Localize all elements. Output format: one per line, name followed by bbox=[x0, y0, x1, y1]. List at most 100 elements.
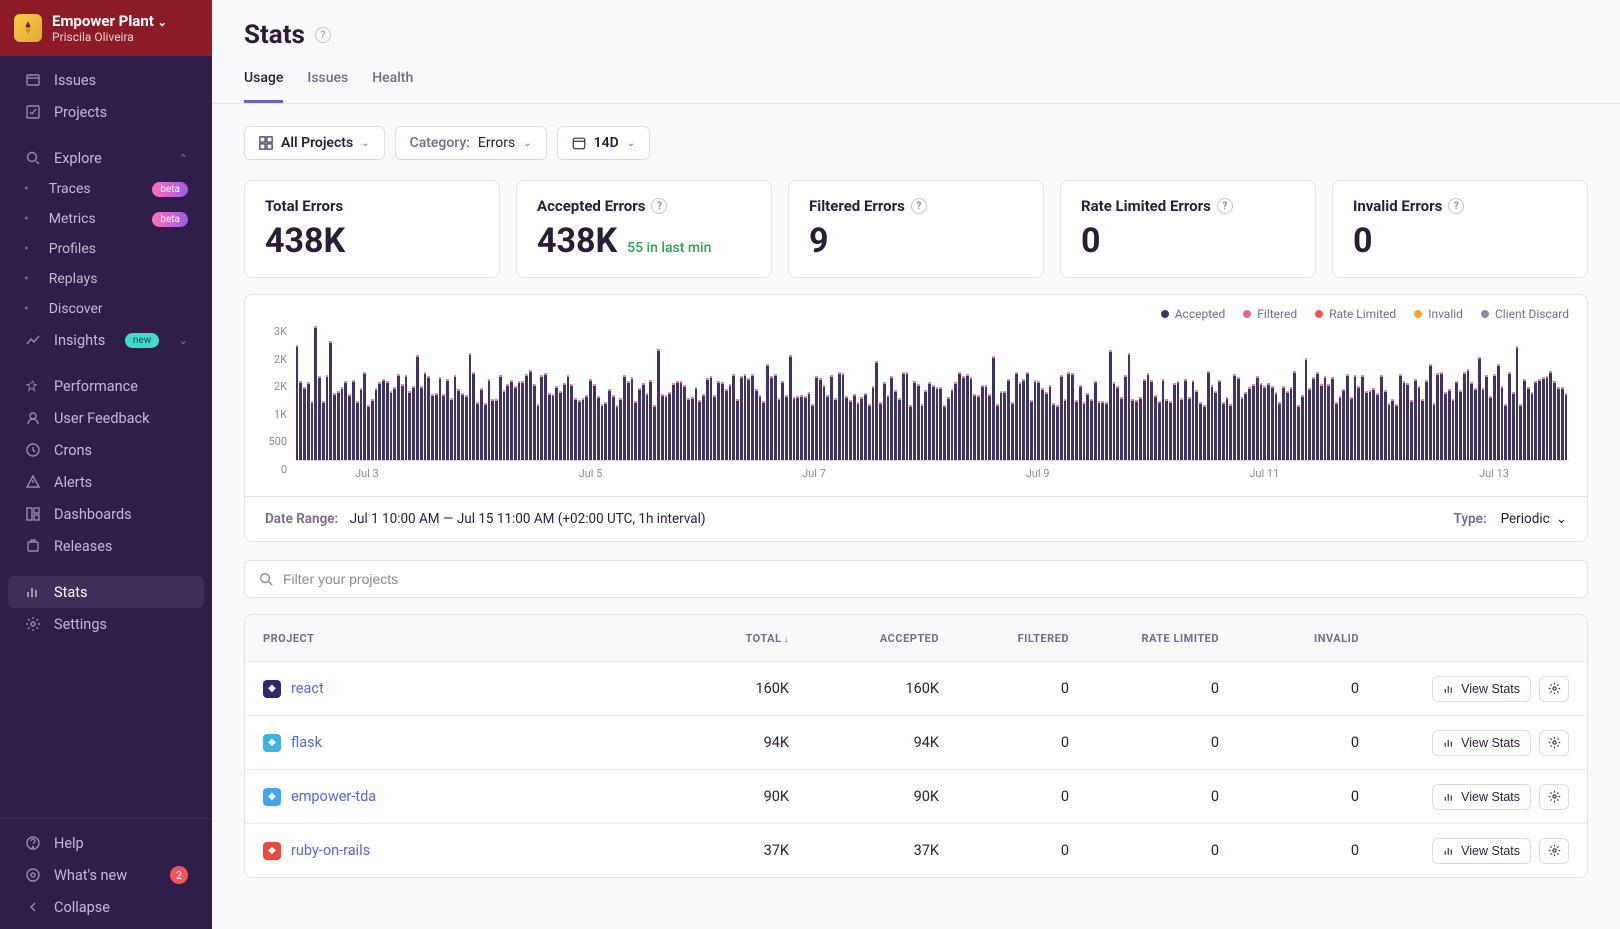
chart-bar[interactable] bbox=[1357, 388, 1360, 460]
sidebar-item-releases[interactable]: Releases bbox=[8, 530, 204, 562]
chart-bar[interactable] bbox=[533, 386, 536, 460]
chart-bar[interactable] bbox=[883, 384, 886, 460]
chart-bar[interactable] bbox=[759, 397, 762, 460]
view-stats-button[interactable]: View Stats bbox=[1432, 730, 1531, 756]
chart-bar[interactable] bbox=[450, 400, 453, 460]
chart-bar[interactable] bbox=[382, 381, 385, 460]
chart-bar[interactable] bbox=[484, 405, 487, 460]
chart-bar[interactable] bbox=[627, 383, 630, 460]
chart-bar[interactable] bbox=[1128, 355, 1131, 460]
chart-bar[interactable] bbox=[322, 403, 325, 460]
chart-bar[interactable] bbox=[1493, 376, 1496, 460]
chart-bar[interactable] bbox=[435, 395, 438, 460]
chart-bar[interactable] bbox=[1531, 394, 1534, 460]
chart-bar[interactable] bbox=[1369, 392, 1372, 460]
chart-bar[interactable] bbox=[943, 407, 946, 460]
sidebar-item-what-s-new[interactable]: What's new2 bbox=[8, 859, 204, 891]
chart-bar[interactable] bbox=[939, 389, 942, 460]
chart-bar[interactable] bbox=[360, 390, 363, 460]
help-icon[interactable]: ? bbox=[315, 27, 331, 43]
chart-bar[interactable] bbox=[1440, 374, 1443, 460]
chart-bar[interactable] bbox=[1214, 393, 1217, 460]
sidebar-item-profiles[interactable]: Profiles bbox=[8, 234, 204, 264]
chart-bar[interactable] bbox=[864, 395, 867, 460]
chart-bar[interactable] bbox=[1098, 403, 1101, 460]
chart-bar[interactable] bbox=[514, 388, 517, 460]
project-settings-button[interactable] bbox=[1539, 676, 1569, 702]
chart-bar[interactable] bbox=[1286, 393, 1289, 460]
chart-bar[interactable] bbox=[1308, 390, 1311, 460]
sidebar-item-settings[interactable]: Settings bbox=[8, 608, 204, 640]
col-invalid[interactable]: INVALID bbox=[1219, 632, 1359, 645]
chart-bar[interactable] bbox=[488, 381, 491, 460]
chart-bar[interactable] bbox=[1399, 376, 1402, 460]
chart-bar[interactable] bbox=[555, 388, 558, 460]
chart-bar[interactable] bbox=[755, 391, 758, 460]
chart-bar[interactable] bbox=[740, 378, 743, 460]
chart-bar[interactable] bbox=[1467, 371, 1470, 460]
chart-bar[interactable] bbox=[1388, 405, 1391, 460]
chart-bar[interactable] bbox=[518, 383, 521, 460]
chart-bar[interactable] bbox=[1463, 374, 1466, 460]
help-icon[interactable]: ? bbox=[1217, 198, 1233, 214]
chart-bar[interactable] bbox=[845, 398, 848, 460]
chart-bar[interactable] bbox=[1222, 404, 1225, 460]
chart-bar[interactable] bbox=[1086, 395, 1089, 460]
chart-bar[interactable] bbox=[506, 386, 509, 460]
col-total[interactable]: TOTAL↓ bbox=[659, 632, 789, 645]
chart-bar[interactable] bbox=[431, 396, 434, 460]
view-stats-button[interactable]: View Stats bbox=[1432, 838, 1531, 864]
chart-bar[interactable] bbox=[570, 386, 573, 460]
chart-bar[interactable] bbox=[1354, 377, 1357, 460]
chart-bar[interactable] bbox=[427, 378, 430, 460]
chart-bar[interactable] bbox=[1237, 379, 1240, 460]
chart-bar[interactable] bbox=[702, 396, 705, 460]
chart-bar[interactable] bbox=[608, 391, 611, 460]
chart-bar[interactable] bbox=[966, 376, 969, 460]
chart-bar[interactable] bbox=[823, 387, 826, 460]
legend-client-discard[interactable]: Client Discard bbox=[1481, 307, 1569, 321]
chart-bar[interactable] bbox=[744, 376, 747, 460]
chart-bar[interactable] bbox=[578, 402, 581, 460]
chart-bar[interactable] bbox=[1218, 382, 1221, 460]
chart-bar[interactable] bbox=[1316, 374, 1319, 460]
chart-bar[interactable] bbox=[589, 381, 592, 460]
chart-bar[interactable] bbox=[311, 403, 314, 460]
chart-bar[interactable] bbox=[1452, 401, 1455, 460]
chart-bar[interactable] bbox=[842, 375, 845, 460]
chart-bar[interactable] bbox=[695, 389, 698, 460]
chart-bar[interactable] bbox=[973, 396, 976, 460]
chart-bar[interactable] bbox=[314, 328, 317, 460]
chart-bar[interactable] bbox=[958, 374, 961, 460]
project-filter[interactable]: All Projects ⌄ bbox=[244, 126, 385, 160]
chart-bar[interactable] bbox=[834, 400, 837, 460]
legend-filtered[interactable]: Filtered bbox=[1243, 307, 1297, 321]
chart-bar[interactable] bbox=[1455, 383, 1458, 460]
chart-bar[interactable] bbox=[307, 384, 310, 460]
chart-bar[interactable] bbox=[687, 400, 690, 460]
chart-bar[interactable] bbox=[804, 398, 807, 460]
project-settings-button[interactable] bbox=[1539, 838, 1569, 864]
sidebar-item-metrics[interactable]: Metricsbeta bbox=[8, 204, 204, 234]
chart-bar[interactable] bbox=[1229, 406, 1232, 460]
chart-bar[interactable] bbox=[1041, 390, 1044, 460]
chart-bar[interactable] bbox=[1335, 404, 1338, 460]
chart-bar[interactable] bbox=[634, 403, 637, 460]
chart-bar[interactable] bbox=[299, 383, 302, 460]
chart-bar[interactable] bbox=[808, 394, 811, 460]
chart-bar[interactable] bbox=[585, 397, 588, 460]
chart-bar[interactable] bbox=[333, 395, 336, 460]
chart-bar[interactable] bbox=[446, 381, 449, 460]
chart-bar[interactable] bbox=[1203, 407, 1206, 460]
chart-bar[interactable] bbox=[1015, 374, 1018, 460]
chart-bar[interactable] bbox=[1000, 393, 1003, 460]
chart-bar[interactable] bbox=[1094, 383, 1097, 460]
chart-bar[interactable] bbox=[638, 390, 641, 460]
chart-bar[interactable] bbox=[698, 402, 701, 460]
sidebar-item-performance[interactable]: Performance bbox=[8, 370, 204, 402]
legend-invalid[interactable]: Invalid bbox=[1414, 307, 1463, 321]
chart-bar[interactable] bbox=[1271, 388, 1274, 460]
chart-bar[interactable] bbox=[329, 343, 332, 460]
chart-bar[interactable] bbox=[548, 395, 551, 460]
chart-bar[interactable] bbox=[1139, 399, 1142, 460]
